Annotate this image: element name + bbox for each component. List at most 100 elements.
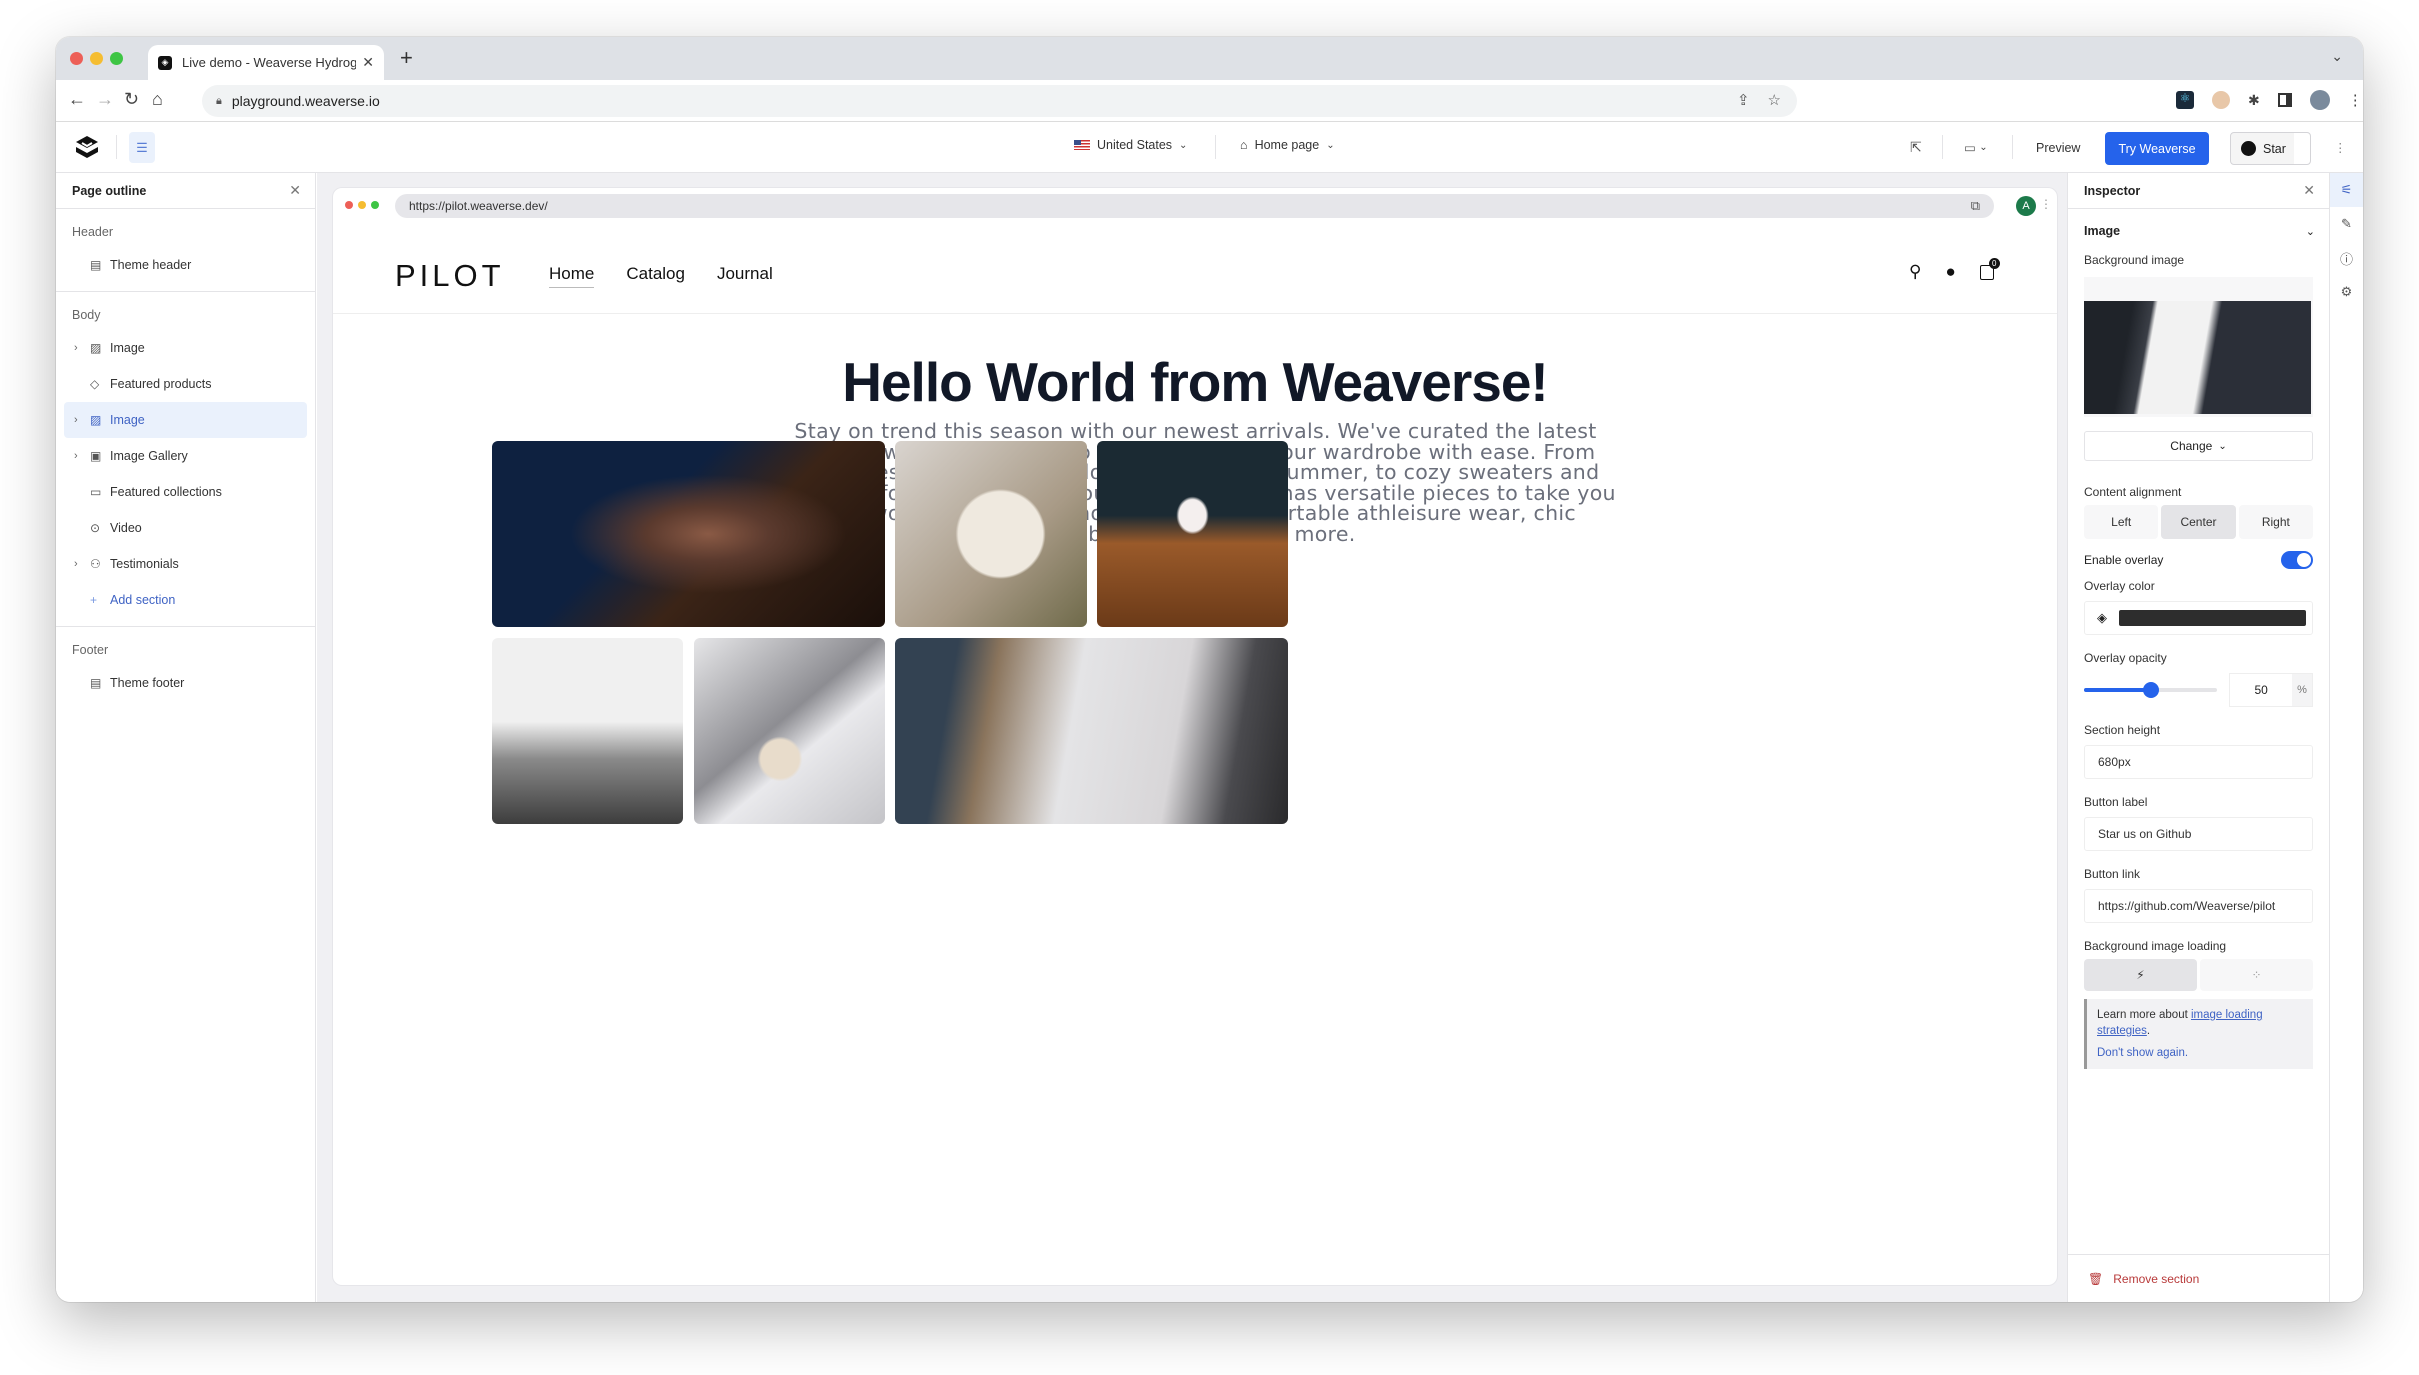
opacity-input[interactable]: 50% (2229, 673, 2313, 707)
site-brand[interactable]: PILOT (395, 258, 505, 294)
preview-avatar[interactable]: A (2016, 196, 2036, 216)
share-icon[interactable]: ⇪ (1737, 91, 1750, 109)
overlay-color-picker[interactable]: ◈ (2084, 601, 2313, 635)
section-accordion[interactable]: Image ⌄ (2068, 209, 2329, 253)
select-cursor-icon[interactable]: ⇱ (1910, 132, 1922, 163)
forward-icon[interactable]: → (96, 89, 114, 110)
browser-tab[interactable]: ◈ Live demo - Weaverse Hydrog ✕ (148, 45, 384, 80)
book-flatlay-image[interactable] (895, 441, 1087, 627)
align-left-button[interactable]: Left (2084, 505, 2159, 539)
outline-item-selected[interactable]: › ▨ Image (64, 402, 307, 438)
settings-sliders-icon[interactable]: ⚟ (2330, 173, 2363, 207)
remove-section-button[interactable]: 🗑︎ Remove section (2068, 1254, 2329, 1302)
change-image-button[interactable]: Change ⌄ (2084, 431, 2313, 461)
piano-hand-image[interactable] (492, 441, 885, 627)
eager-loading-button[interactable]: ⚡︎ (2084, 959, 2197, 991)
overlay-toggle[interactable] (2281, 551, 2313, 569)
new-tab-icon[interactable]: + (400, 45, 413, 71)
extensions: ⚛ ✱ ⋮ (2176, 90, 2363, 110)
change-label: Change (2170, 439, 2213, 453)
maximize-window-button[interactable] (110, 52, 123, 65)
nav-catalog[interactable]: Catalog (626, 264, 685, 288)
chevron-right-icon[interactable]: › (74, 450, 90, 462)
denim-jacket-image (2084, 301, 2311, 414)
outline-item[interactable]: ▤ Theme header (64, 247, 307, 283)
alignment-segmented: Left Center Right (2084, 505, 2313, 539)
chevron-right-icon[interactable]: › (74, 342, 90, 354)
loading-note: Learn more about image loading strategie… (2084, 999, 2313, 1069)
address-toolbar: ← → ↻ ⌂ 🔒︎ playground.weaverse.io ⇪ ☆ ⚛ … (56, 80, 2363, 122)
home-icon[interactable]: ⌂ (152, 89, 163, 110)
extension-icon[interactable] (2212, 91, 2230, 109)
outline-item[interactable]: › ⚇ Testimonials (64, 546, 307, 582)
laptop-flatlay-image[interactable] (895, 638, 1288, 824)
outline-item[interactable]: ◇ Featured products (64, 366, 307, 402)
device-select[interactable]: ▭ ⌄ (1964, 132, 1988, 163)
browser-menu-icon[interactable]: ⋮ (2348, 91, 2363, 109)
side-panel-icon[interactable] (2277, 93, 2292, 107)
close-inspector-icon[interactable]: ✕ (2303, 182, 2315, 199)
dont-show-again-link[interactable]: Don't show again. (2097, 1045, 2303, 1061)
us-flag-icon (1074, 140, 1090, 150)
slider-thumb[interactable] (2143, 682, 2159, 698)
more-options-icon[interactable]: ⋮ (2334, 132, 2347, 163)
outline-item[interactable]: › ▣ Image Gallery (64, 438, 307, 474)
preview-more-icon[interactable]: ⋮ (2040, 197, 2052, 211)
button-link-input[interactable]: https://github.com/Weaverse/pilot (2084, 889, 2313, 923)
preview-browser-bar: https://pilot.weaverse.dev/ ⧉ A ⋮ (333, 188, 2057, 224)
country-label: United States (1097, 138, 1173, 152)
outline-item[interactable]: ▤ Theme footer (64, 665, 307, 701)
preview-button[interactable]: Preview (2036, 132, 2080, 163)
weaverse-logo-icon[interactable] (74, 134, 100, 160)
try-weaverse-button[interactable]: Try Weaverse (2105, 132, 2209, 165)
toggle-outline-button[interactable]: ☰ (129, 132, 155, 163)
note-text: Learn more about (2097, 1009, 2191, 1021)
back-icon[interactable]: ← (68, 89, 86, 110)
react-devtools-icon[interactable]: ⚛ (2176, 91, 2194, 109)
nav-journal[interactable]: Journal (717, 264, 773, 288)
paintbrush-icon[interactable]: ✎ (2330, 207, 2363, 241)
iced-coffee-image[interactable] (1097, 441, 1288, 627)
bird-bw-image[interactable] (492, 638, 683, 824)
button-label-input[interactable]: Star us on Github (2084, 817, 2313, 851)
close-tab-icon[interactable]: ✕ (362, 54, 374, 71)
nav-home[interactable]: Home (549, 264, 595, 288)
preview-url-bar[interactable]: https://pilot.weaverse.dev/ ⧉ (395, 194, 1994, 218)
inspector-rail: ⚟ ✎ ⓘ ⚙ (2330, 173, 2363, 1302)
align-right-button[interactable]: Right (2238, 505, 2313, 539)
paint-bucket-icon: ◈ (2097, 610, 2107, 625)
outline-item[interactable]: ⊙ Video (64, 510, 307, 546)
account-icon[interactable]: ● (1945, 262, 1955, 282)
minimize-window-button[interactable] (90, 52, 103, 65)
bookmark-star-icon[interactable]: ☆ (1768, 91, 1781, 109)
close-panel-icon[interactable]: ✕ (289, 182, 301, 199)
color-swatch[interactable] (2119, 610, 2306, 626)
chevron-right-icon[interactable]: › (74, 558, 90, 570)
address-bar[interactable]: 🔒︎ playground.weaverse.io ⇪ ☆ (202, 85, 1797, 117)
country-select[interactable]: United States ⌄ (1074, 138, 1187, 152)
background-image-preview[interactable] (2084, 277, 2313, 417)
opacity-slider[interactable] (2084, 682, 2218, 698)
chevron-down-icon: ⌄ (1326, 139, 1335, 151)
search-icon[interactable]: ⚲ (1909, 262, 1921, 282)
outline-item[interactable]: › ▨ Image (64, 330, 307, 366)
page-select[interactable]: ⌂ Home page ⌄ (1240, 138, 1335, 152)
tab-search-chevron-icon[interactable]: ⌄ (2331, 48, 2343, 65)
puzzle-icon[interactable]: ✱ (2248, 92, 2260, 109)
outline-item[interactable]: ▭ Featured collections (64, 474, 307, 510)
close-window-button[interactable] (70, 52, 83, 65)
profile-avatar[interactable] (2309, 90, 2330, 110)
height-input[interactable]: 680px (2084, 745, 2313, 779)
earrings-image[interactable] (694, 638, 885, 824)
github-star-button[interactable]: Star (2230, 132, 2311, 165)
open-external-icon[interactable]: ⧉ (1971, 198, 1980, 214)
lazy-loading-button[interactable]: ⁘ (2200, 959, 2313, 991)
button-link-label: Button link (2084, 867, 2141, 881)
align-center-button[interactable]: Center (2161, 505, 2236, 539)
add-section-button[interactable]: + Add section (64, 582, 307, 618)
reload-icon[interactable]: ↻ (124, 89, 139, 110)
cart-icon[interactable] (1979, 257, 2000, 280)
info-icon[interactable]: ⓘ (2330, 241, 2363, 275)
gear-icon[interactable]: ⚙ (2330, 275, 2363, 309)
chevron-right-icon[interactable]: › (74, 414, 90, 426)
